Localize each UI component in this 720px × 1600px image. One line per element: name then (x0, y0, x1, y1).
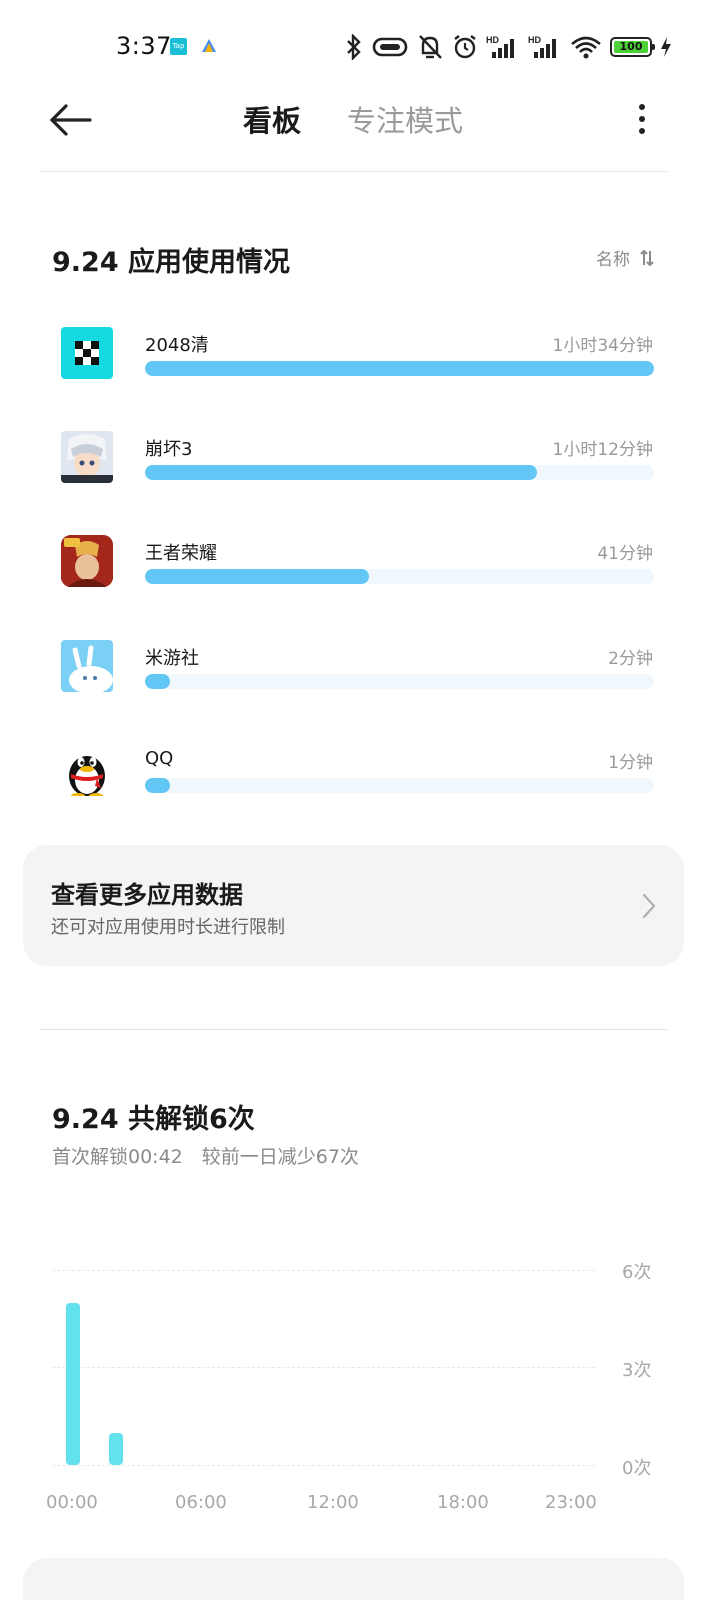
usage-bar-fill (145, 674, 171, 689)
app-usage-row[interactable]: 王者荣耀 41分钟 (0, 535, 720, 631)
app-notification-icon (202, 39, 216, 52)
app-name: 王者荣耀 (145, 543, 217, 564)
sort-by-name-button[interactable]: 名称 (596, 245, 654, 270)
sort-label: 名称 (596, 250, 630, 270)
tap-notification-icon: Tap (170, 38, 187, 55)
usage-bar-track (145, 674, 654, 689)
alarm-icon (454, 35, 476, 59)
2048-game-icon (61, 327, 113, 379)
app-usage-time: 2分钟 (608, 649, 653, 669)
more-dot-icon (639, 116, 645, 122)
y-tick-label: 3次 (622, 1360, 652, 1381)
unlock-section-title: 9.24 共解锁6次 (52, 1104, 255, 1135)
x-tick-label: 12:00 (307, 1492, 359, 1513)
app-name: QQ (145, 748, 174, 769)
unlock-bar (66, 1302, 80, 1465)
app-usage-time: 41分钟 (597, 544, 653, 564)
x-tick-label: 18:00 (437, 1492, 489, 1513)
battery-level: 100 (614, 41, 648, 53)
app-usage-row[interactable]: QQ 1分钟 (0, 744, 720, 840)
usage-bar-track (145, 569, 654, 584)
app-usage-time: 1小时34分钟 (552, 336, 653, 356)
usage-bar-fill (145, 569, 369, 584)
more-dot-icon (639, 104, 645, 110)
next-section-card[interactable] (23, 1558, 684, 1600)
more-options-button[interactable] (628, 100, 656, 140)
back-arrow-icon (50, 104, 92, 136)
signal-hd-2-icon: HD (528, 35, 556, 58)
app-name: 崩坏3 (145, 439, 193, 460)
status-icons: HD HD 100 (344, 32, 672, 62)
more-app-data-card[interactable]: 查看更多应用数据 还可对应用使用时长进行限制 (23, 845, 684, 966)
grid-line (52, 1270, 595, 1271)
app-usage-time: 1小时12分钟 (552, 440, 653, 460)
sort-arrows-icon (640, 249, 654, 266)
unlock-bar-chart: 6次 3次 0次 00:00 06:00 12:00 18:00 23:00 (0, 1240, 720, 1530)
header-divider (40, 171, 667, 172)
x-tick-label: 06:00 (175, 1492, 227, 1513)
grid-line (52, 1465, 595, 1466)
back-button[interactable] (44, 100, 100, 140)
app-usage-row[interactable]: 米游社 2分钟 (0, 640, 720, 736)
more-dot-icon (639, 128, 645, 134)
grid-line (52, 1367, 595, 1368)
app-name: 米游社 (145, 648, 199, 669)
charging-bolt-icon (661, 37, 671, 57)
honkai-impact-icon (61, 431, 113, 483)
more-card-title: 查看更多应用数据 (51, 881, 243, 909)
svg-text:HD: HD (486, 35, 499, 45)
top-header: 看板 专注模式 (0, 80, 720, 160)
usage-bar-fill (145, 465, 537, 480)
y-tick-label: 6次 (622, 1262, 652, 1283)
usage-bar-track (145, 778, 654, 793)
app-name: 2048清 (145, 335, 209, 356)
usage-bar-fill (145, 361, 654, 376)
app-usage-row[interactable]: 崩坏3 1小时12分钟 (0, 431, 720, 527)
y-tick-label: 0次 (622, 1458, 652, 1479)
chevron-right-icon (642, 893, 656, 919)
bluetooth-icon (347, 34, 361, 60)
mute-bell-icon (419, 35, 442, 59)
section-divider (40, 1029, 667, 1030)
tab-focus-mode[interactable]: 专注模式 (347, 98, 463, 140)
svg-text:HD: HD (528, 35, 541, 45)
miyoushe-icon (61, 640, 113, 692)
nfc-pill-icon (372, 37, 408, 57)
unlock-bar (109, 1432, 124, 1465)
battery-icon: 100 (610, 37, 655, 57)
app-usage-time: 1分钟 (608, 753, 653, 773)
tab-board[interactable]: 看板 (243, 98, 301, 140)
more-card-subtitle: 还可对应用使用时长进行限制 (51, 917, 285, 938)
status-time: 3:37 (116, 32, 172, 60)
x-tick-label: 00:00 (46, 1492, 98, 1513)
signal-hd-1-icon: HD (486, 35, 514, 58)
x-tick-label: 23:00 (545, 1492, 597, 1513)
usage-bar-track (145, 465, 654, 480)
honor-of-kings-icon (61, 535, 113, 587)
wifi-icon (571, 36, 601, 59)
usage-bar-track (145, 361, 654, 376)
usage-section-title: 9.24 应用使用情况 (52, 247, 291, 278)
qq-penguin-icon (61, 744, 113, 796)
app-usage-row[interactable]: 2048清 1小时34分钟 (0, 327, 720, 423)
usage-bar-fill (145, 778, 171, 793)
unlock-subtitle: 首次解锁00:42 较前一日减少67次 (52, 1146, 359, 1168)
